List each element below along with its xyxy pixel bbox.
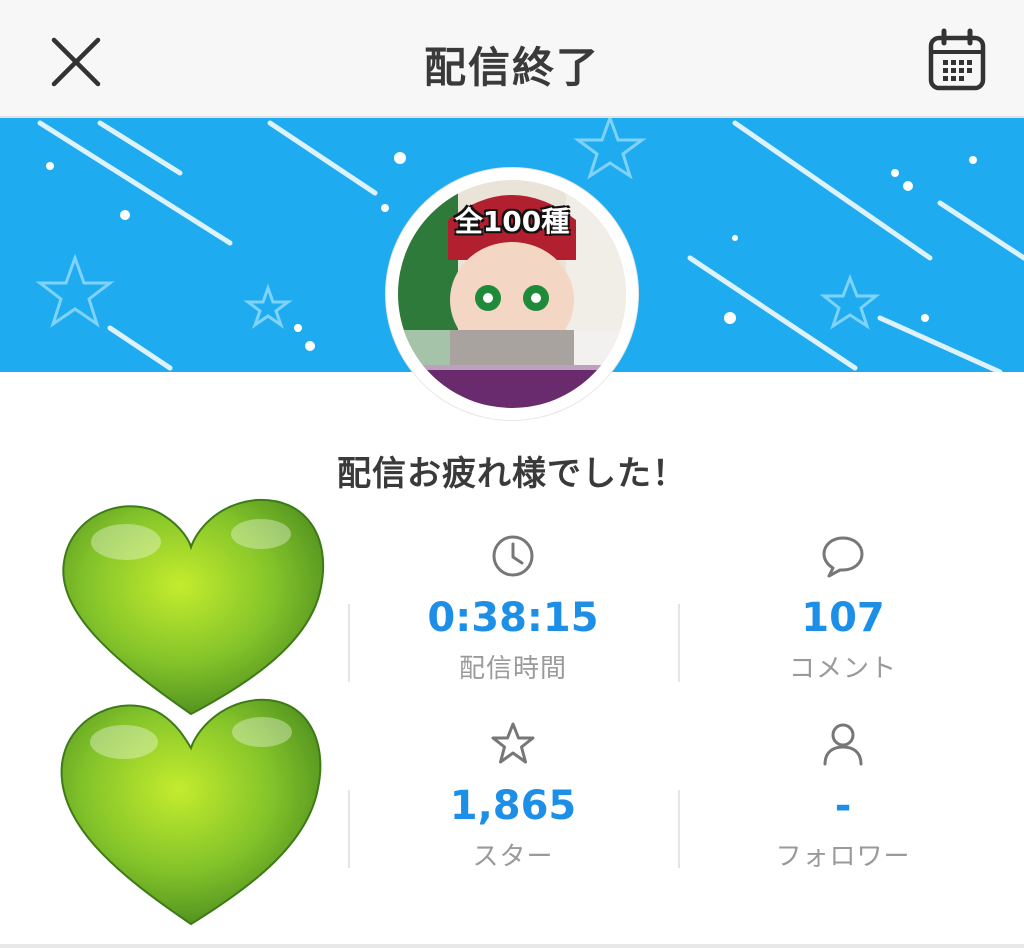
header-bar: 配信終了	[0, 0, 1024, 118]
star-icon	[491, 722, 535, 764]
clock-icon	[492, 535, 534, 577]
stars-value: 1,865	[449, 783, 577, 829]
comments-label: コメント	[788, 654, 897, 684]
end-message: 配信お疲れ様でした！	[337, 454, 687, 494]
avatar-caption: 全100種	[454, 205, 570, 238]
followers-label: フォロワー	[775, 842, 911, 872]
stat-comments: 107 コメント	[678, 532, 1008, 685]
calendar-button[interactable]	[926, 28, 988, 92]
green-hearts-sticker	[56, 492, 336, 928]
stars-label: スター	[472, 842, 554, 872]
followers-value: -	[834, 783, 852, 829]
calendar-icon	[928, 28, 986, 91]
comment-icon	[822, 536, 864, 578]
avatar-image: 全100種	[398, 180, 626, 408]
person-icon	[823, 723, 863, 766]
duration-label: 配信時間	[458, 654, 567, 684]
stat-followers: - フォロワー	[678, 720, 1008, 873]
stat-stars: 1,865 スター	[348, 720, 678, 873]
bottom-divider	[0, 944, 1024, 948]
page-title: 配信終了	[423, 43, 600, 92]
stat-duration: 0:38:15 配信時間	[348, 532, 678, 685]
duration-value: 0:38:15	[427, 595, 599, 641]
avatar[interactable]: 全100種	[386, 168, 638, 420]
comments-value: 107	[801, 595, 885, 641]
